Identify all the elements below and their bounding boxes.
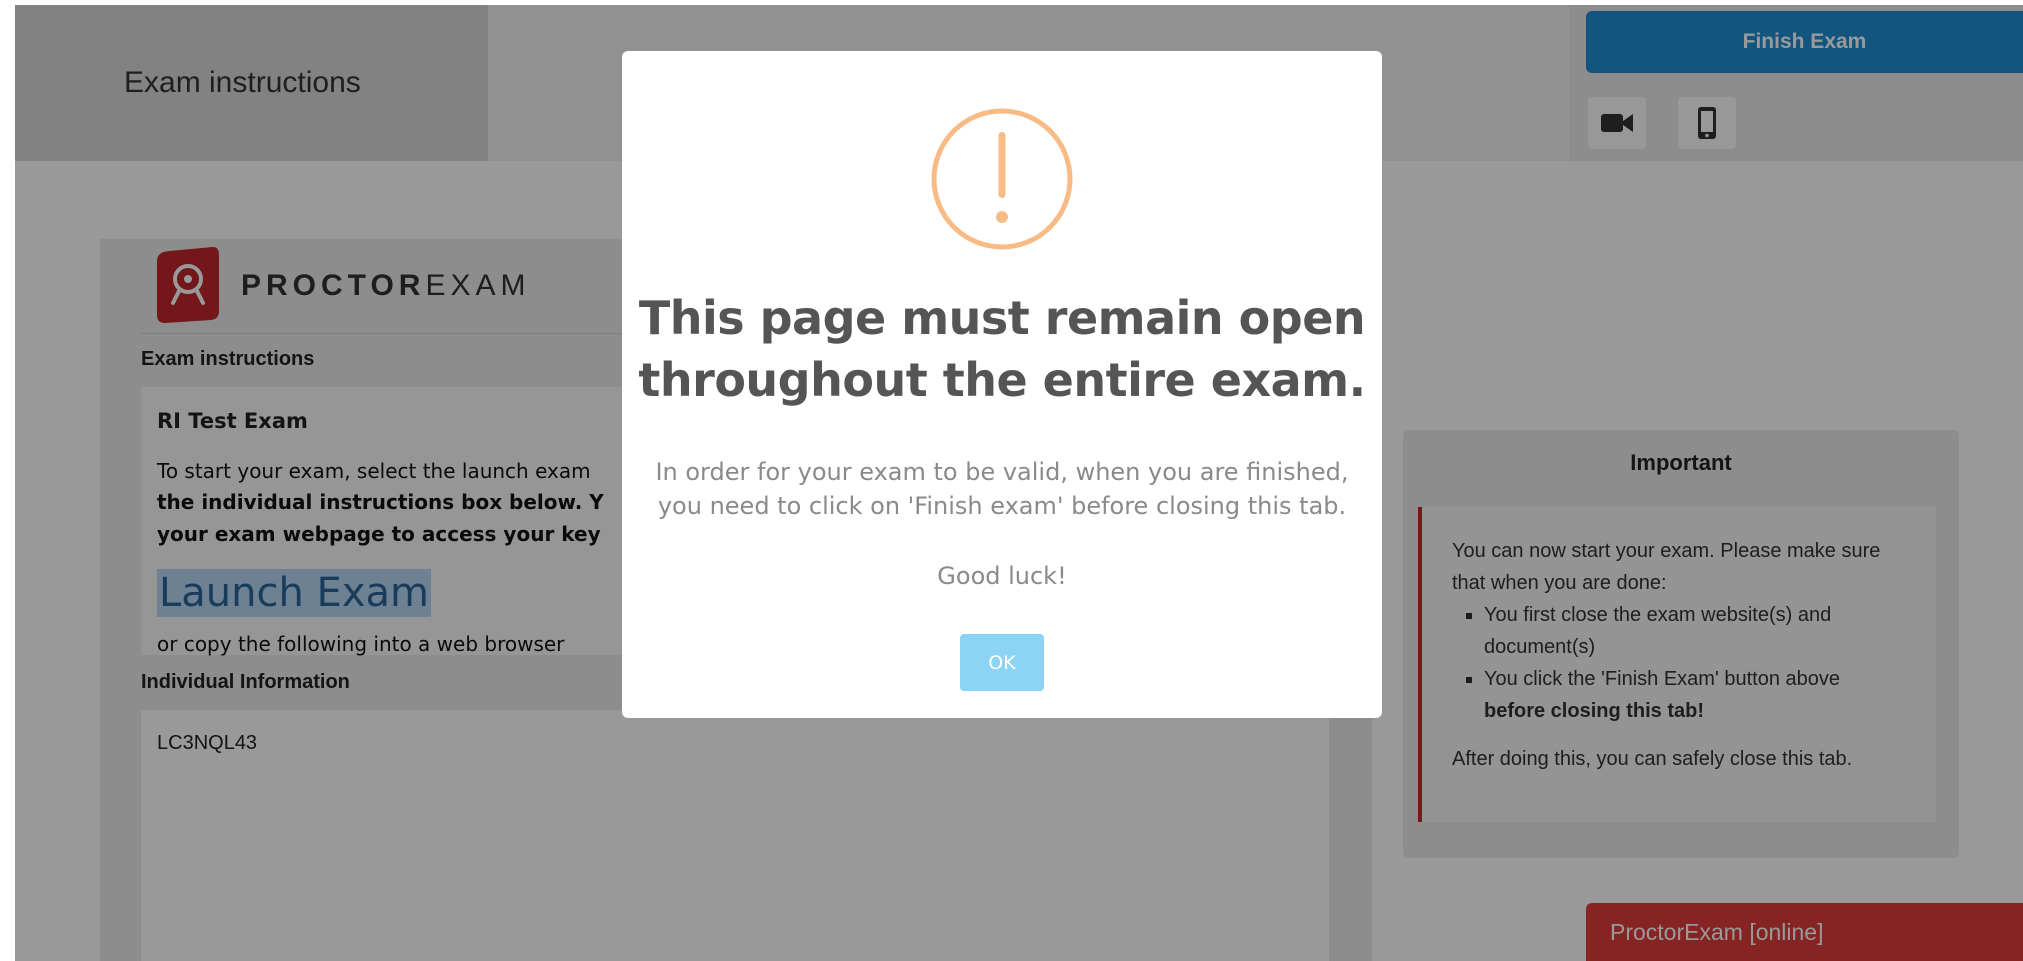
modal-message: In order for your exam to be valid, when… — [655, 458, 1349, 520]
modal-good-luck: Good luck! — [937, 562, 1067, 590]
exclamation-icon — [931, 108, 1073, 250]
ok-button[interactable]: OK — [960, 634, 1044, 691]
modal-title: This page must remain open throughout th… — [638, 291, 1366, 407]
warning-modal: This page must remain open throughout th… — [622, 51, 1382, 718]
